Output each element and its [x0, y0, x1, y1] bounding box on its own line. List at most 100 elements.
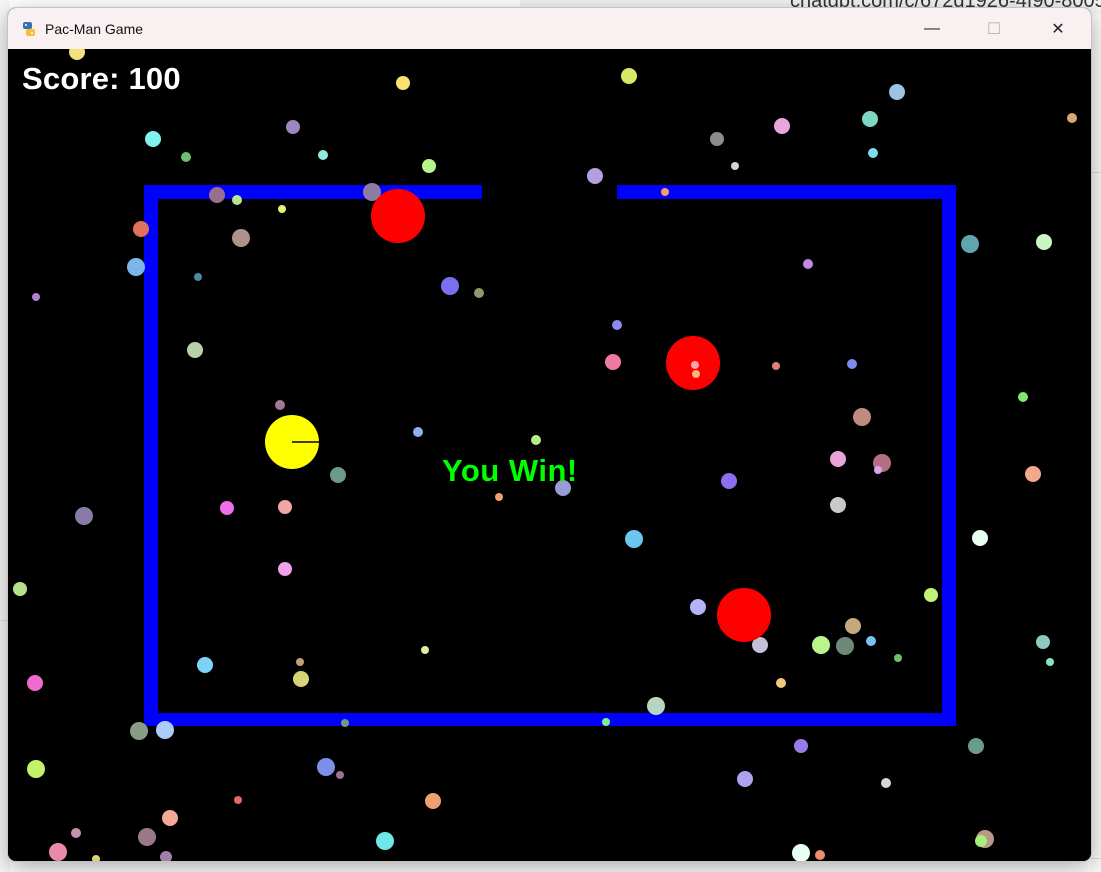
confetti-dot [836, 637, 854, 655]
confetti-dot [495, 493, 503, 501]
confetti-dot [961, 235, 979, 253]
confetti-dot [625, 530, 643, 548]
confetti-dot [27, 760, 45, 778]
confetti-dot [69, 49, 85, 60]
confetti-dot [531, 435, 541, 445]
background-divider [1091, 858, 1101, 859]
confetti-dot [1046, 658, 1054, 666]
confetti-dot [187, 342, 203, 358]
confetti-dot [422, 159, 436, 173]
maze-wall-right [942, 185, 956, 726]
confetti-dot [721, 473, 737, 489]
confetti-dot [868, 148, 878, 158]
confetti-dot [330, 467, 346, 483]
confetti-dot [396, 76, 410, 90]
confetti-dot [874, 466, 882, 474]
confetti-dot [968, 738, 984, 754]
maze-wall-left [144, 185, 158, 726]
confetti-dot [894, 654, 902, 662]
confetti-dot [1036, 635, 1050, 649]
confetti-dot [293, 671, 309, 687]
confetti-dot [160, 851, 172, 861]
confetti-dot [924, 588, 938, 602]
close-button[interactable]: ✕ [1027, 8, 1089, 49]
game-window: Pac-Man Game — ☐ ✕ Score: 100 You Win! [8, 8, 1091, 861]
confetti-dot [1036, 234, 1052, 250]
confetti-dot [145, 131, 161, 147]
confetti-dot [162, 810, 178, 826]
confetti-dot [737, 771, 753, 787]
confetti-dot [710, 132, 724, 146]
confetti-dot [1025, 466, 1041, 482]
confetti-dot [49, 843, 67, 861]
confetti-dot [776, 678, 786, 688]
confetti-dot [421, 646, 429, 654]
confetti-dot [605, 354, 621, 370]
confetti-dot [692, 370, 700, 378]
confetti-dot [278, 562, 292, 576]
confetti-dot [474, 288, 484, 298]
confetti-dot [690, 599, 706, 615]
confetti-dot [830, 451, 846, 467]
confetti-dot [774, 118, 790, 134]
score-label: Score: 100 [22, 61, 181, 96]
confetti-dot [413, 427, 423, 437]
confetti-dot [794, 739, 808, 753]
confetti-dot [845, 618, 861, 634]
maze-wall-bottom [144, 713, 956, 726]
confetti-dot [803, 259, 813, 269]
ghost-icon [717, 588, 771, 642]
maximize-button[interactable]: ☐ [963, 8, 1025, 49]
confetti-dot [647, 697, 665, 715]
confetti-dot [341, 719, 349, 727]
minimize-button[interactable]: — [901, 8, 963, 49]
confetti-dot [278, 205, 286, 213]
confetti-dot [209, 187, 225, 203]
confetti-dot [336, 771, 344, 779]
confetti-dot [772, 362, 780, 370]
game-canvas[interactable]: Score: 100 You Win! [8, 49, 1091, 861]
confetti-dot [181, 152, 191, 162]
maximize-icon: ☐ [986, 20, 1002, 38]
confetti-dot [376, 832, 394, 850]
confetti-dot [621, 68, 637, 84]
window-title: Pac-Man Game [45, 20, 144, 37]
confetti-dot [232, 195, 242, 205]
confetti-dot [71, 828, 81, 838]
confetti-dot [13, 582, 27, 596]
confetti-dot [232, 229, 250, 247]
confetti-dot [691, 361, 699, 369]
confetti-dot [847, 359, 857, 369]
win-message: You Win! [442, 453, 578, 488]
confetti-dot [296, 658, 304, 666]
ghost-icon [371, 189, 425, 243]
confetti-dot [27, 675, 43, 691]
confetti-dot [156, 721, 174, 739]
confetti-dot [278, 500, 292, 514]
confetti-dot [32, 293, 40, 301]
confetti-dot [881, 778, 891, 788]
confetti-dot [92, 855, 100, 861]
confetti-dot [425, 793, 441, 809]
close-icon: ✕ [1051, 20, 1065, 38]
confetti-dot [830, 497, 846, 513]
confetti-dot [220, 501, 234, 515]
confetti-dot [275, 400, 285, 410]
background-right-panel [1091, 0, 1101, 872]
confetti-dot [286, 120, 300, 134]
confetti-dot [75, 507, 93, 525]
confetti-dot [127, 258, 145, 276]
confetti-dot [130, 722, 148, 740]
confetti-dot [853, 408, 871, 426]
confetti-dot [1018, 392, 1028, 402]
confetti-dot [587, 168, 603, 184]
minimize-icon: — [924, 19, 940, 37]
confetti-dot [317, 758, 335, 776]
confetti-dot [975, 835, 987, 847]
title-bar[interactable]: Pac-Man Game — ☐ ✕ [8, 8, 1091, 49]
confetti-dot [866, 636, 876, 646]
background-divider [1091, 172, 1101, 173]
confetti-dot [602, 718, 610, 726]
confetti-dot [197, 657, 213, 673]
confetti-dot [972, 530, 988, 546]
